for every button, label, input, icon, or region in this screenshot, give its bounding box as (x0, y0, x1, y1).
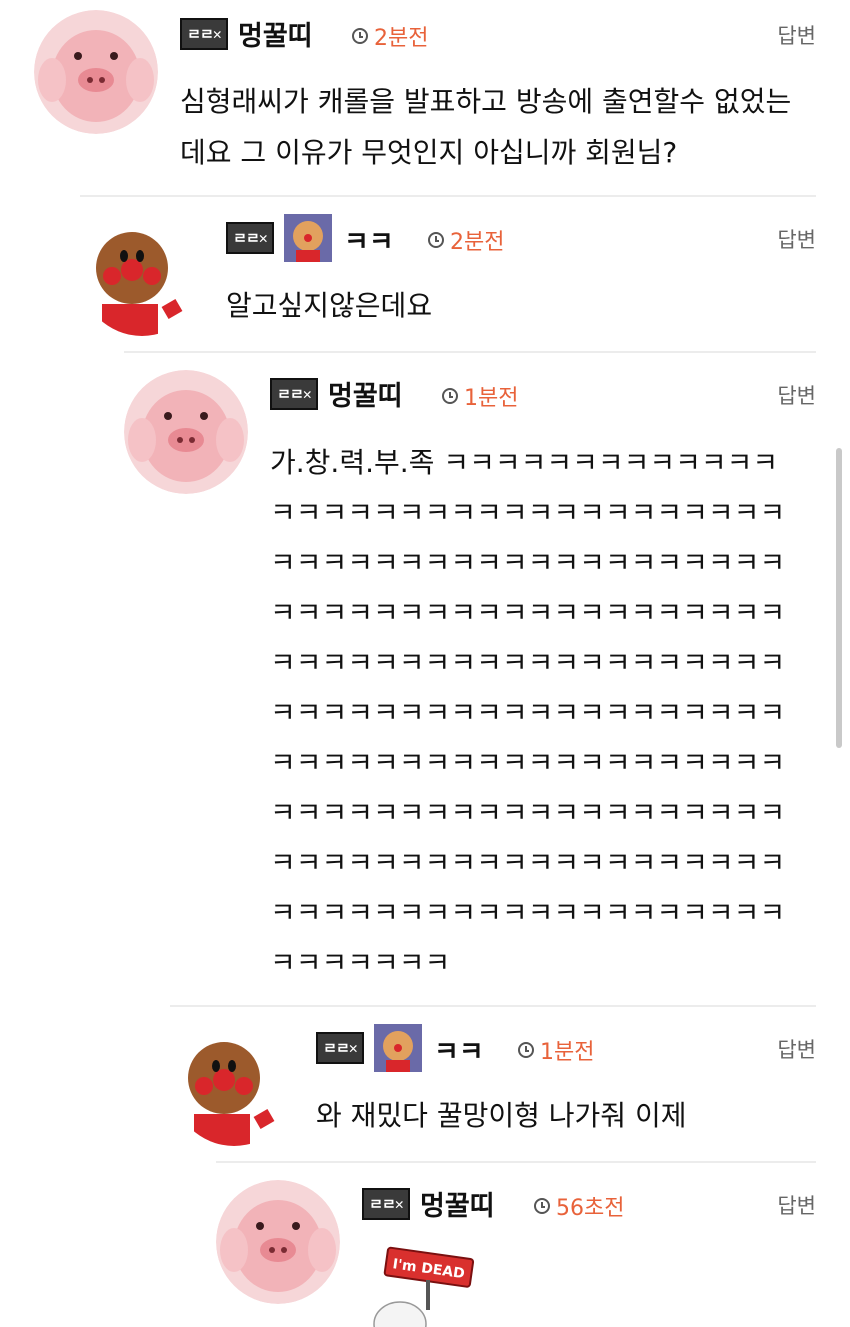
user-icon (374, 1024, 422, 1072)
timestamp: 56초전 (534, 1190, 624, 1222)
clock-icon (534, 1198, 550, 1214)
time-label: 1분전 (464, 386, 519, 411)
clock-icon (518, 1042, 534, 1058)
comment-item: ㄹㄹ✕ ㅋㅋ 1분전 답변 와 재밌다 꿀망이형 나가줘 이제 (0, 1006, 850, 1163)
level-badge: ㄹㄹ✕ (270, 378, 318, 410)
level-badge: ㄹㄹ✕ (226, 222, 274, 254)
timestamp: 1분전 (518, 1034, 594, 1066)
reply-button[interactable]: 답변 (777, 20, 816, 50)
time-label: 56초전 (556, 1196, 625, 1221)
scrollbar[interactable] (836, 448, 842, 748)
clock-icon (442, 388, 458, 404)
level-badge: ㄹㄹ✕ (362, 1188, 410, 1220)
anpanman-avatar[interactable] (80, 212, 204, 336)
clock-icon (352, 28, 368, 44)
level-badge: ㄹㄹ✕ (180, 18, 228, 50)
comment-text: 가.창.력.부.족 ㅋㅋㅋㅋㅋㅋㅋㅋㅋㅋㅋㅋㅋㅋㅋㅋㅋㅋㅋㅋㅋㅋㅋㅋㅋㅋㅋㅋㅋㅋ… (270, 446, 786, 979)
username[interactable]: 멍꿀띠 (238, 14, 313, 53)
username[interactable]: 멍꿀띠 (328, 374, 403, 413)
clock-icon (428, 232, 444, 248)
reply-button[interactable]: 답변 (777, 1034, 816, 1064)
username[interactable]: ㅋㅋ (344, 220, 394, 259)
comment-item: ㄹㄹ✕ ㅋㅋ 2분전 답변 알고싶지않은데요 (0, 196, 850, 353)
time-label: 2분전 (374, 26, 429, 51)
comment-item: ㄹㄹ✕ 멍꿀띠 1분전 답변 가.창.력.부.족 ㅋㅋㅋㅋㅋㅋㅋㅋㅋㅋㅋㅋㅋㅋㅋ… (0, 352, 850, 1007)
pig-avatar[interactable] (124, 370, 248, 494)
reply-button[interactable]: 답변 (777, 380, 816, 410)
reply-button[interactable]: 답변 (777, 1190, 816, 1220)
comment-text: 와 재밌다 꿀망이형 나가줘 이제 (316, 1099, 687, 1132)
username[interactable]: 멍꿀띠 (420, 1184, 495, 1223)
timestamp: 2분전 (428, 224, 504, 256)
username[interactable]: ㅋㅋ (434, 1030, 484, 1069)
comment-item: ㄹㄹ✕ 멍꿀띠 2분전 답변 심형래씨가 캐롤을 발표하고 방송에 출연할수 없… (0, 0, 850, 197)
pig-avatar[interactable] (34, 10, 158, 134)
time-label: 2분전 (450, 230, 505, 255)
comment-text: 심형래씨가 캐롤을 발표하고 방송에 출연할수 없었는데요 그 이유가 무엇인지… (180, 85, 792, 169)
pig-avatar[interactable] (216, 1180, 340, 1304)
comment-text: 알고싶지않은데요 (226, 289, 433, 322)
user-icon (284, 214, 332, 262)
anpanman-avatar[interactable] (172, 1022, 296, 1146)
time-label: 1분전 (540, 1040, 595, 1065)
timestamp: 1분전 (442, 380, 518, 412)
timestamp: 2분전 (352, 20, 428, 52)
level-badge: ㄹㄹ✕ (316, 1032, 364, 1064)
dead-sticker: I'm DEAD (360, 1246, 490, 1327)
reply-button[interactable]: 답변 (777, 224, 816, 254)
